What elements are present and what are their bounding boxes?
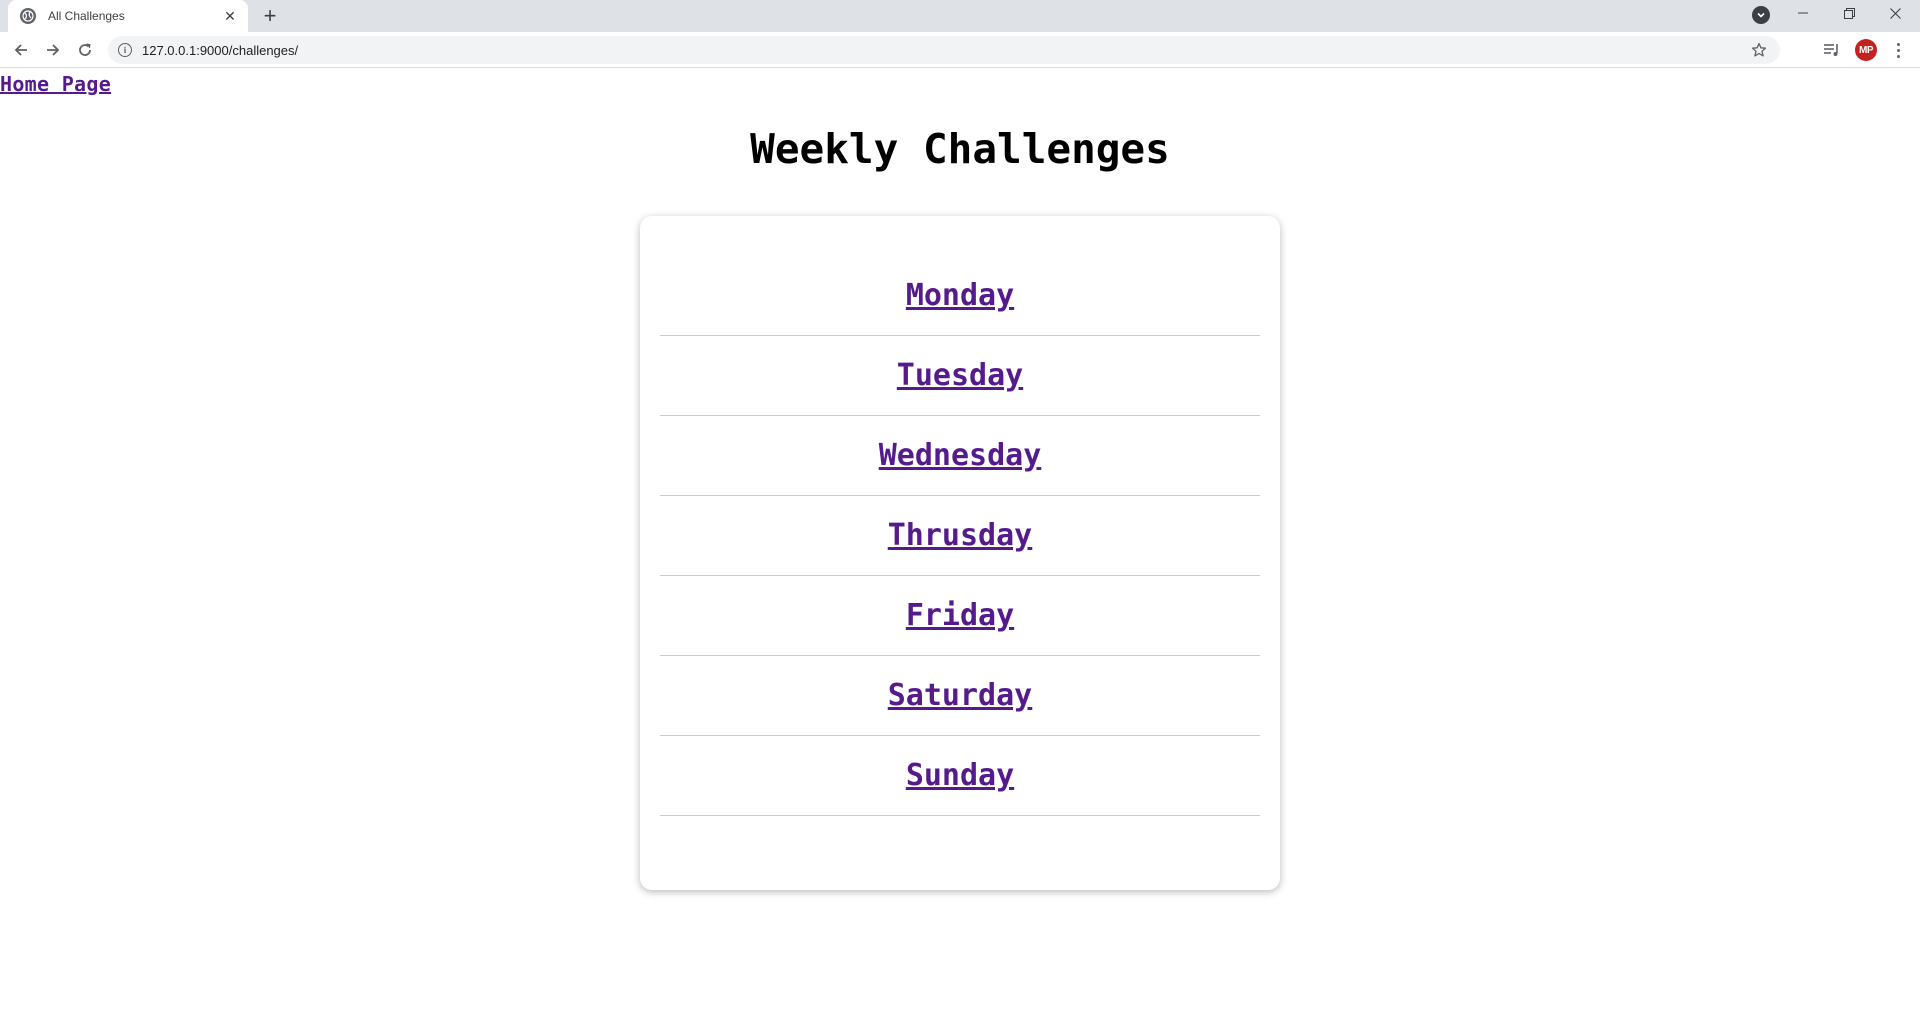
plus-icon[interactable]: + — [258, 4, 282, 28]
list-item: Saturday — [660, 656, 1260, 736]
back-arrow-icon[interactable] — [9, 38, 33, 62]
day-link-saturday[interactable]: Saturday — [888, 678, 1033, 713]
forward-arrow-icon[interactable] — [41, 38, 65, 62]
restore-icon[interactable] — [1826, 0, 1872, 26]
day-list: Monday Tuesday Wednesday Thrusday Friday… — [660, 256, 1260, 816]
day-link-friday[interactable]: Friday — [906, 598, 1014, 633]
day-link-wednesday[interactable]: Wednesday — [879, 438, 1042, 473]
day-link-sunday[interactable]: Sunday — [906, 758, 1014, 793]
address-bar[interactable]: i 127.0.0.1:9000/challenges/ — [108, 36, 1780, 64]
list-item: Thrusday — [660, 496, 1260, 576]
window-close-icon[interactable] — [1872, 0, 1918, 26]
tab-title: All Challenges — [48, 9, 125, 23]
reload-icon[interactable] — [73, 38, 97, 62]
home-page-link[interactable]: Home Page — [0, 72, 111, 96]
list-item: Tuesday — [660, 336, 1260, 416]
list-item: Wednesday — [660, 416, 1260, 496]
menu-icon[interactable] — [1890, 40, 1906, 60]
info-icon[interactable]: i — [118, 43, 132, 57]
url-text[interactable]: 127.0.0.1:9000/challenges/ — [142, 43, 298, 58]
list-item: Sunday — [660, 736, 1260, 816]
day-link-thursday[interactable]: Thrusday — [888, 518, 1033, 553]
close-icon[interactable]: ✕ — [222, 8, 238, 24]
media-icon[interactable] — [1822, 40, 1842, 60]
list-item: Friday — [660, 576, 1260, 656]
day-link-tuesday[interactable]: Tuesday — [897, 358, 1023, 393]
day-link-monday[interactable]: Monday — [906, 278, 1014, 313]
star-icon[interactable] — [1750, 41, 1768, 59]
tab-search-icon[interactable] — [1752, 6, 1770, 24]
tab-strip: All Challenges ✕ + — [0, 0, 1920, 32]
minimize-icon[interactable] — [1780, 0, 1826, 26]
list-item: Monday — [660, 256, 1260, 336]
page-viewport: Home Page Weekly Challenges Monday Tuesd… — [0, 69, 1920, 1035]
browser-tab[interactable]: All Challenges ✕ — [8, 0, 248, 32]
page-title: Weekly Challenges — [750, 125, 1170, 173]
browser-toolbar: i 127.0.0.1:9000/challenges/ MP — [0, 32, 1920, 68]
challenges-card: Monday Tuesday Wednesday Thrusday Friday… — [640, 216, 1280, 890]
avatar[interactable]: MP — [1855, 39, 1877, 61]
globe-icon — [20, 8, 36, 24]
